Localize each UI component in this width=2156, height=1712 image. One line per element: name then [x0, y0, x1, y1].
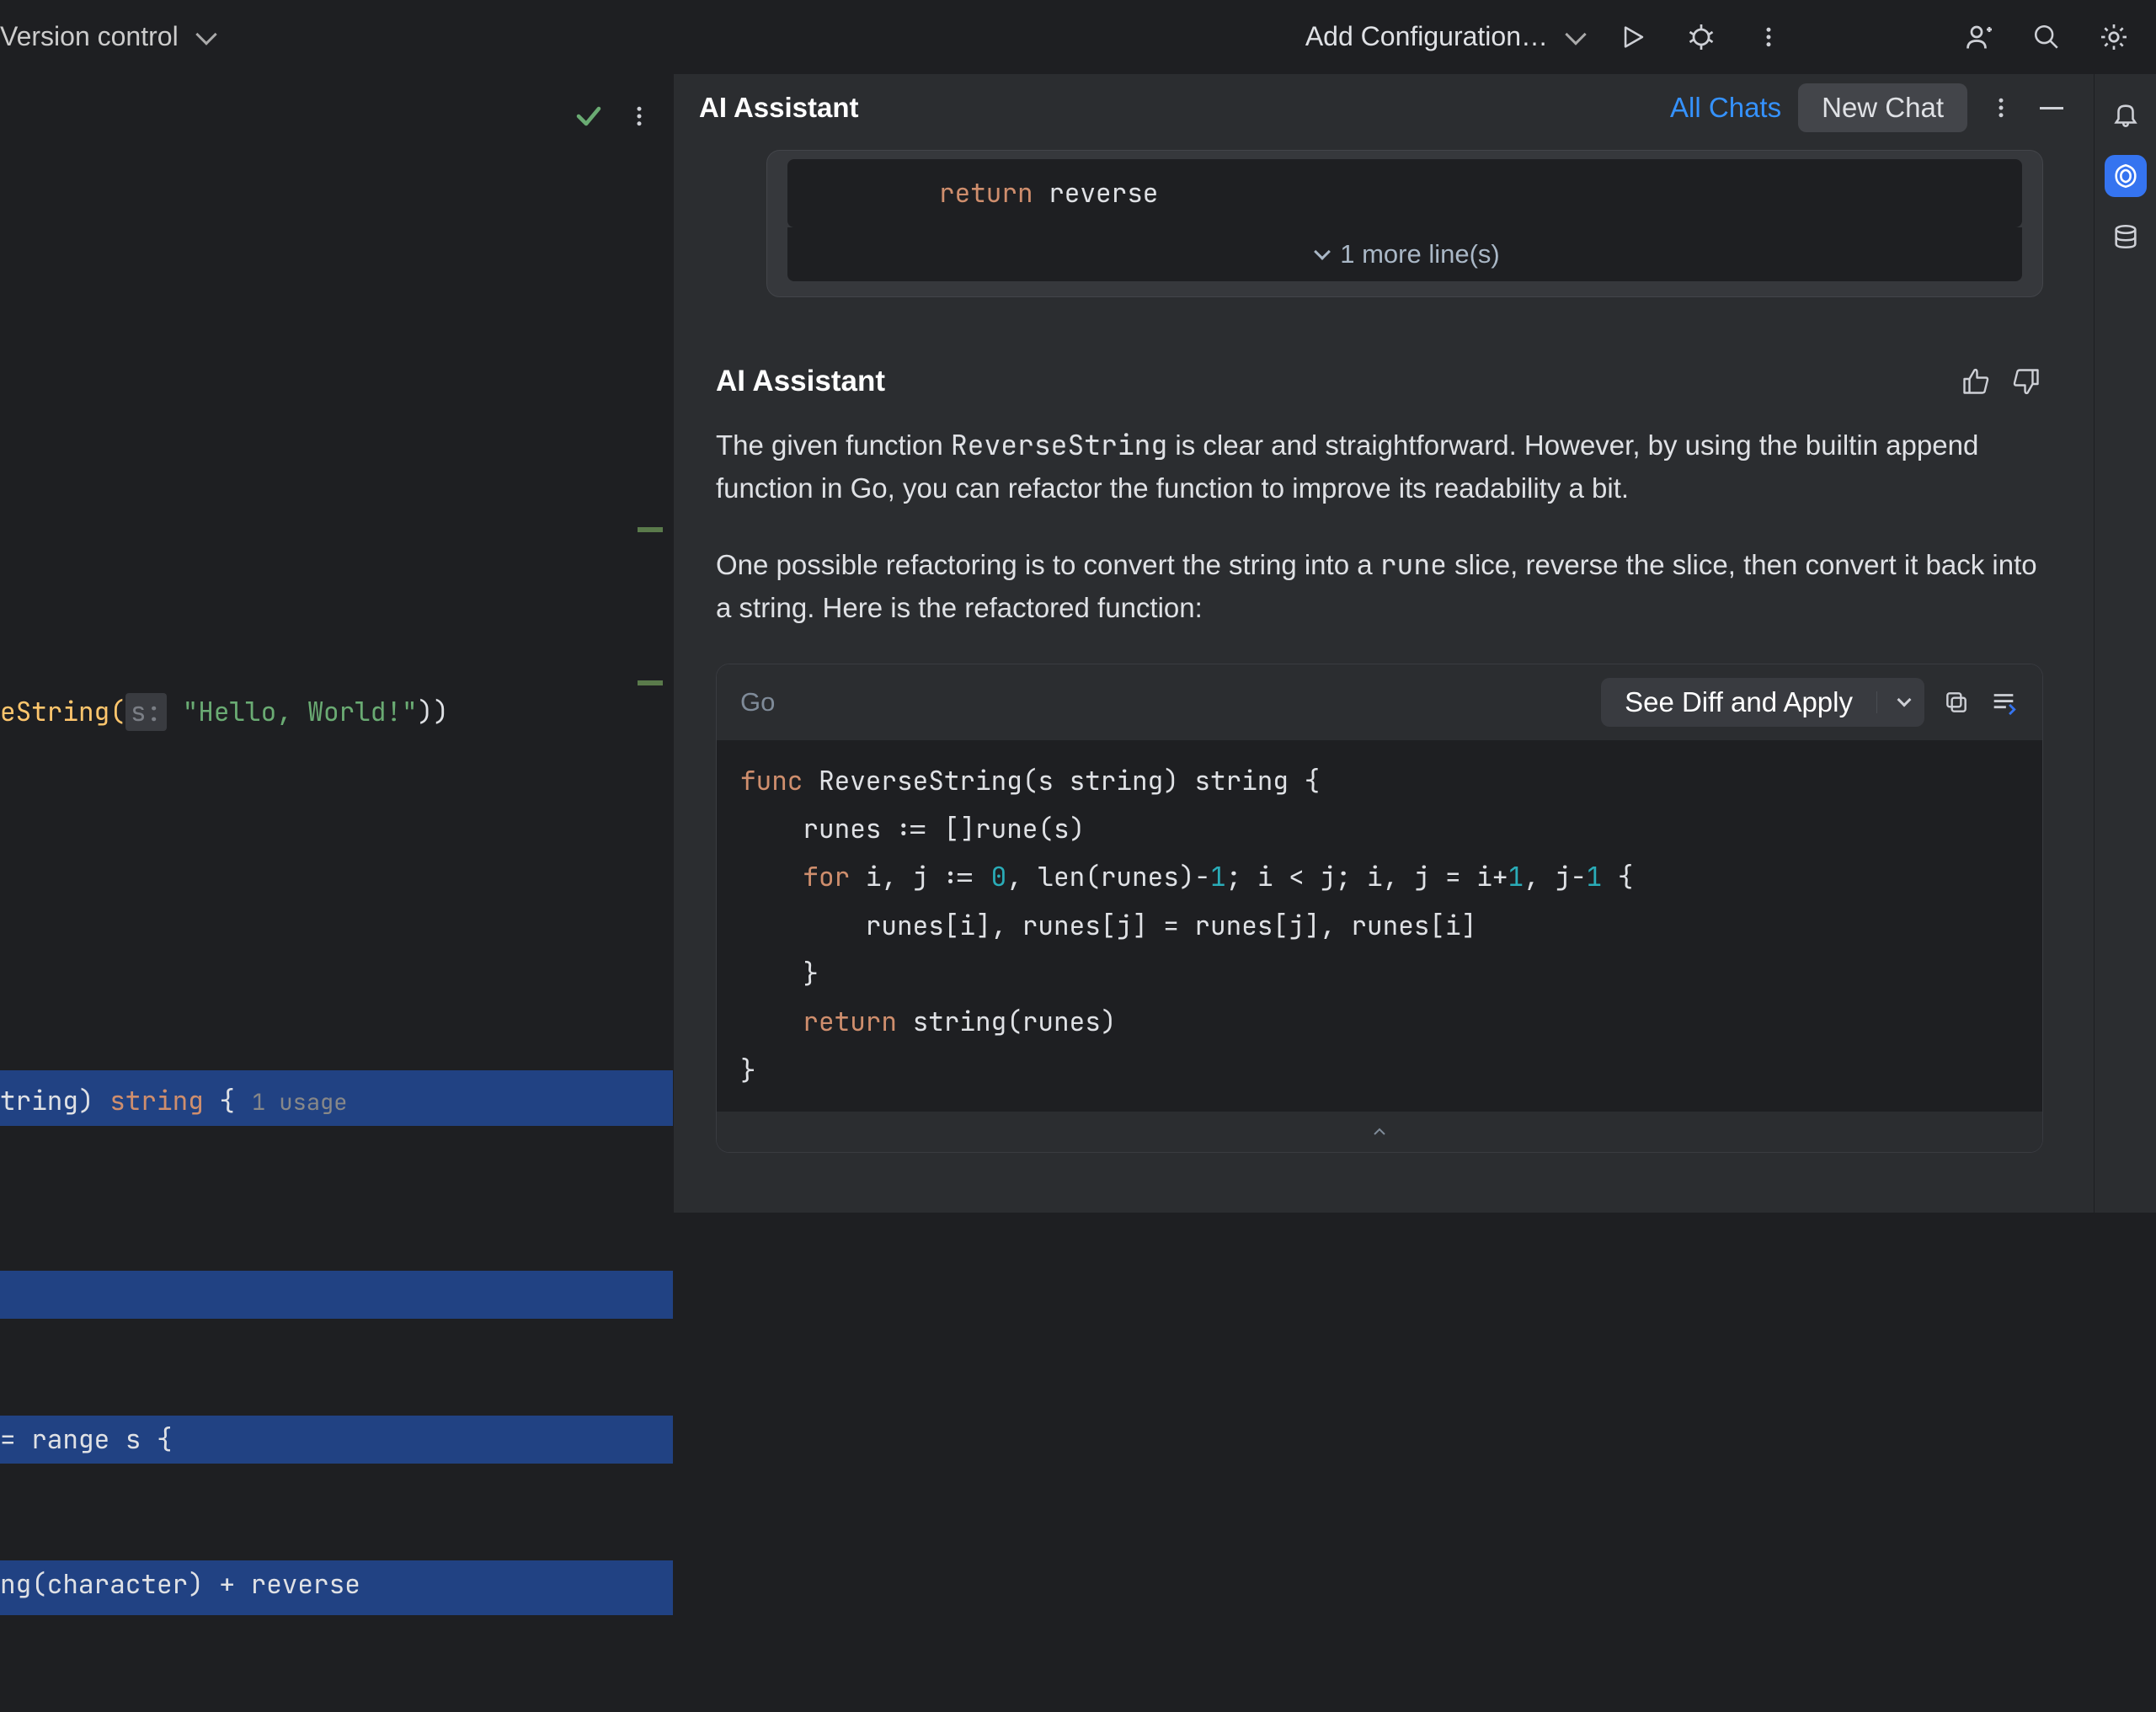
copy-icon [1943, 689, 1970, 716]
editor-line: eString(s: "Hello, World!")) [0, 688, 673, 736]
gear-icon [2099, 22, 2129, 52]
usage-badge: 1 usage [252, 1087, 347, 1117]
expand-code-button[interactable]: 1 more line(s) [787, 227, 2022, 281]
chevron-down-icon [1897, 692, 1912, 707]
collaborate-button[interactable] [1962, 20, 1996, 54]
panel-title: AI Assistant [699, 92, 859, 124]
collapse-code-button[interactable] [717, 1112, 2042, 1152]
ai-swirl-icon [2111, 162, 2140, 190]
ai-paragraph: One possible refactoring is to convert t… [716, 543, 2043, 629]
thumbs-down-icon [2011, 366, 2041, 397]
code-language-label: Go [740, 687, 775, 717]
settings-button[interactable] [2097, 20, 2131, 54]
see-diff-apply-button[interactable]: See Diff and Apply [1601, 678, 1876, 727]
run-icon [1620, 23, 1648, 51]
ai-assistant-tab[interactable] [2105, 155, 2147, 197]
vcs-label: Version control [0, 21, 179, 52]
debug-button[interactable] [1684, 20, 1718, 54]
insert-code-button[interactable] [1988, 687, 2019, 717]
assistant-header: AI Assistant All Chats New Chat [674, 74, 2094, 141]
user-message: return reverse 1 more line(s) [766, 150, 2043, 297]
minimize-button[interactable] [2035, 91, 2068, 125]
editor-line: tring) string {1 usage [0, 1070, 673, 1125]
code-suggestion-block: Go See Diff and Apply [716, 664, 2043, 1153]
debug-icon [1686, 22, 1716, 52]
ai-assistant-panel: AI Assistant All Chats New Chat return r… [674, 74, 2094, 1213]
editor-line: = range s { [0, 1416, 673, 1464]
user-plus-icon [1964, 22, 1994, 52]
search-icon [2032, 23, 2061, 51]
copy-code-button[interactable] [1941, 687, 1972, 717]
thumbs-up-button[interactable] [1959, 365, 1993, 398]
run-button[interactable] [1617, 20, 1651, 54]
notifications-button[interactable] [2105, 94, 2147, 136]
editor-line: ng(character) + reverse [0, 1560, 673, 1615]
vcs-selector[interactable]: Version control [0, 21, 214, 52]
all-chats-link[interactable]: All Chats [1670, 92, 1781, 124]
ai-paragraph: The given function ReverseString is clea… [716, 424, 2043, 509]
minimize-icon [2040, 107, 2063, 109]
run-config-selector[interactable]: Add Configuration… [1305, 21, 1583, 52]
database-tab[interactable] [2105, 216, 2147, 258]
top-toolbar: Version control Add Configuration… [0, 0, 2156, 74]
more-vertical-icon [1756, 24, 1781, 50]
ai-sender-name: AI Assistant [716, 365, 885, 398]
thumbs-down-button[interactable] [2009, 365, 2043, 398]
panel-more-button[interactable] [1984, 91, 2018, 125]
database-icon [2111, 222, 2140, 251]
ai-message: AI Assistant The given function ReverseS… [716, 365, 2043, 1153]
new-chat-button[interactable]: New Chat [1798, 83, 1967, 132]
chevron-up-icon [1369, 1122, 1390, 1142]
bell-icon [2111, 101, 2140, 130]
right-tool-rail [2094, 74, 2156, 1213]
more-vertical-icon [1988, 95, 2014, 120]
insert-icon [1989, 688, 2018, 717]
apply-dropdown-button[interactable] [1876, 691, 1924, 713]
apply-group: See Diff and Apply [1601, 678, 1924, 727]
thumbs-up-icon [1961, 366, 1991, 397]
editor-line [0, 1271, 673, 1319]
config-label: Add Configuration… [1305, 21, 1548, 52]
search-button[interactable] [2030, 20, 2063, 54]
code-content[interactable]: func ReverseString(s string) string { ru… [717, 740, 2042, 1112]
chevron-down-icon [1565, 24, 1586, 45]
code-editor[interactable]: eString(s: "Hello, World!")) tring) stri… [0, 74, 674, 1213]
chevron-down-icon [195, 24, 216, 45]
chevron-down-icon [1314, 243, 1331, 260]
more-button[interactable] [1752, 20, 1785, 54]
user-code-line: return reverse [787, 159, 2022, 227]
